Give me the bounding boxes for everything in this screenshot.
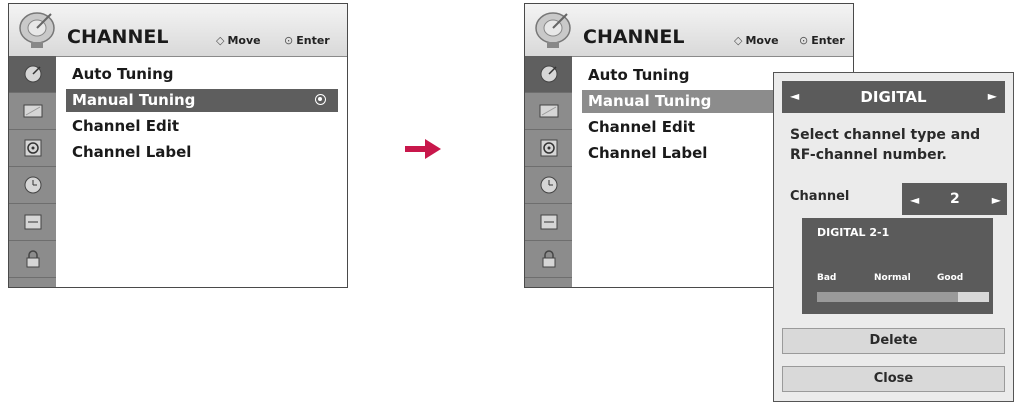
sidebar-item-time[interactable] xyxy=(525,167,572,204)
right-arrow-icon xyxy=(405,139,441,159)
menu-item-manual-tuning[interactable]: Manual Tuning xyxy=(66,89,338,112)
hint-move: ◇ Move xyxy=(216,34,261,47)
picture-icon xyxy=(539,104,558,118)
channel-type-value: DIGITAL xyxy=(860,88,927,106)
menu-title: CHANNEL xyxy=(67,26,169,48)
popup-description: Select channel type and RF-channel numbe… xyxy=(790,127,981,163)
menu-sidebar xyxy=(525,56,572,287)
arrow-right-icon[interactable]: ► xyxy=(988,89,997,103)
enter-button-icon: ⊙ xyxy=(799,34,809,47)
time-icon xyxy=(540,176,557,194)
menu-item-channel-label[interactable]: Channel Label xyxy=(66,141,338,164)
option-icon xyxy=(540,214,557,230)
channel-number-selector[interactable]: ◄ 2 ► xyxy=(902,183,1007,215)
manual-tuning-popup: ◄ DIGITAL ► Select channel type and RF-c… xyxy=(773,72,1014,402)
sidebar-item-audio[interactable] xyxy=(525,130,572,167)
hint-enter: ⊙ Enter xyxy=(799,34,845,47)
menu-item-channel-label[interactable]: Channel Label xyxy=(582,142,782,165)
lock-icon xyxy=(26,250,39,268)
menu-item-channel-edit[interactable]: Channel Edit xyxy=(66,115,338,138)
menu-header: CHANNEL ◇ Move ⊙ Enter xyxy=(525,4,853,57)
menu-item-auto-tuning[interactable]: Auto Tuning xyxy=(66,63,338,86)
channel-label: Channel xyxy=(790,189,850,204)
signal-panel: DIGITAL 2-1 Bad Normal Good xyxy=(802,218,993,314)
signal-strength-bar xyxy=(817,292,989,302)
menu-item-label: Manual Tuning xyxy=(72,91,196,109)
channel-menu-left: CHANNEL ◇ Move ⊙ Enter Auto Tuning Manual … xyxy=(8,3,348,288)
move-arrows-icon: ◇ xyxy=(734,34,743,47)
hint-enter: ⊙ Enter xyxy=(284,34,330,47)
move-arrows-icon: ◇ xyxy=(216,34,225,47)
channel-type-selector[interactable]: ◄ DIGITAL ► xyxy=(782,81,1005,113)
menu-item-channel-edit[interactable]: Channel Edit xyxy=(582,116,782,139)
menu-item-auto-tuning[interactable]: Auto Tuning xyxy=(582,64,782,87)
signal-level-normal: Normal xyxy=(874,273,911,283)
sidebar-item-lock[interactable] xyxy=(9,241,56,278)
sidebar-item-picture[interactable] xyxy=(9,93,56,130)
satellite-dish-icon xyxy=(535,12,571,48)
menu-sidebar xyxy=(9,56,56,287)
satellite-dish-icon xyxy=(19,12,55,48)
sidebar-item-option[interactable] xyxy=(9,204,56,241)
time-icon xyxy=(24,176,41,194)
enter-button-icon: ⊙ xyxy=(284,34,294,47)
selected-radio-icon xyxy=(315,94,326,105)
sidebar-item-picture[interactable] xyxy=(525,93,572,130)
signal-level-good: Good xyxy=(937,273,964,283)
satellite-icon xyxy=(540,65,557,83)
sidebar-item-lock[interactable] xyxy=(525,241,572,278)
sidebar-item-time[interactable] xyxy=(9,167,56,204)
arrow-right-icon[interactable]: ► xyxy=(992,193,1001,207)
close-button[interactable]: Close xyxy=(782,366,1005,392)
option-icon xyxy=(24,214,41,230)
menu-title: CHANNEL xyxy=(583,26,685,48)
menu-header: CHANNEL ◇ Move ⊙ Enter xyxy=(9,4,347,57)
signal-strength-fill xyxy=(817,292,959,302)
picture-icon xyxy=(23,104,42,118)
menu-item-manual-tuning[interactable]: Manual Tuning xyxy=(582,90,782,113)
sidebar-item-channel[interactable] xyxy=(525,56,572,93)
delete-button[interactable]: Delete xyxy=(782,328,1005,354)
audio-icon xyxy=(540,139,557,157)
sidebar-item-option[interactable] xyxy=(525,204,572,241)
sidebar-item-audio[interactable] xyxy=(9,130,56,167)
lock-icon xyxy=(542,250,555,268)
hint-move: ◇ Move xyxy=(734,34,779,47)
sidebar-item-channel[interactable] xyxy=(9,56,56,93)
signal-channel-name: DIGITAL 2-1 xyxy=(817,226,890,239)
audio-icon xyxy=(24,139,41,157)
channel-number-value: 2 xyxy=(950,191,960,207)
signal-level-bad: Bad xyxy=(817,273,837,283)
satellite-icon xyxy=(24,65,41,83)
arrow-left-icon[interactable]: ◄ xyxy=(910,193,919,207)
